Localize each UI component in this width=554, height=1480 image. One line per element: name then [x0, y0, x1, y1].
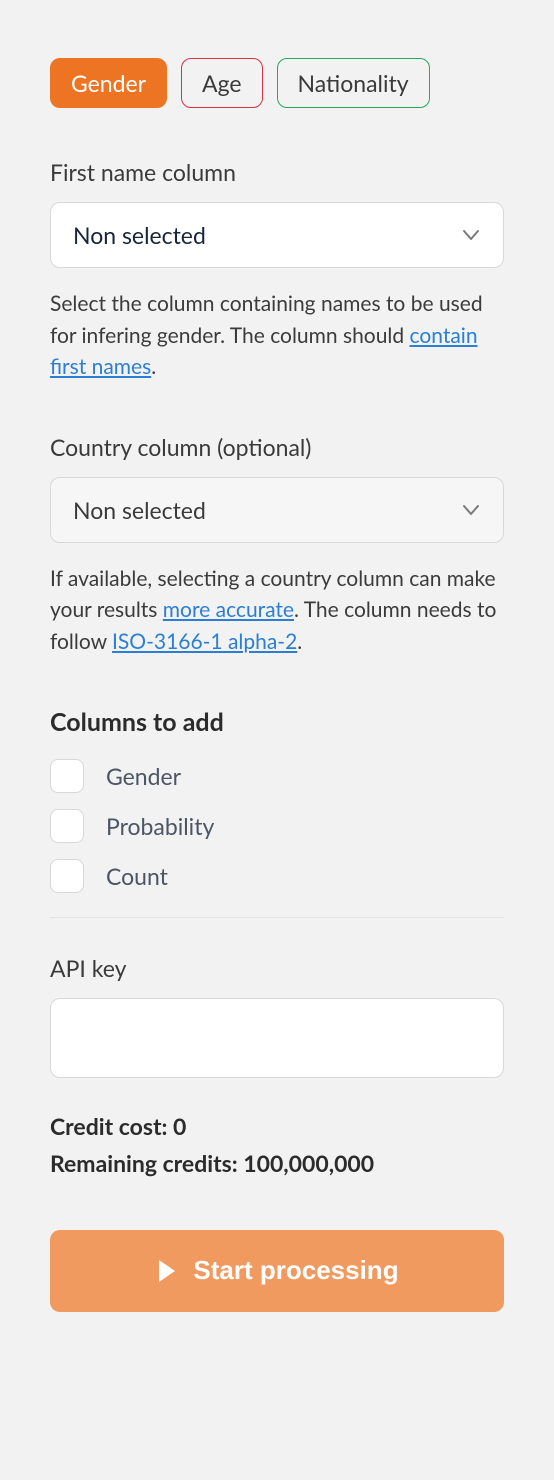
country-label: Country column (optional): [50, 433, 504, 461]
play-icon: [159, 1260, 175, 1282]
country-help: If available, selecting a country column…: [50, 563, 504, 658]
checkbox-count[interactable]: [50, 859, 84, 893]
credit-cost-line: Credit cost: 0: [50, 1108, 504, 1145]
checkbox-gender[interactable]: [50, 759, 84, 793]
check-row-probability: Probability: [50, 809, 504, 843]
checkbox-gender-label: Gender: [106, 762, 181, 790]
first-name-label: First name column: [50, 158, 504, 186]
check-row-count: Count: [50, 859, 504, 893]
credits-block: Credit cost: 0 Remaining credits: 100,00…: [50, 1108, 504, 1182]
remaining-credits-value: 100,000,000: [243, 1149, 374, 1177]
credit-cost-value: 0: [173, 1112, 186, 1140]
country-section: Country column (optional) Non selected I…: [50, 433, 504, 658]
tab-age[interactable]: Age: [181, 58, 263, 108]
columns-to-add-section: Columns to add Gender Probability Count: [50, 707, 504, 893]
checkbox-probability[interactable]: [50, 809, 84, 843]
api-key-label: API key: [50, 954, 504, 982]
chevron-down-icon: [461, 500, 481, 520]
api-key-section: API key: [50, 954, 504, 1078]
check-row-gender: Gender: [50, 759, 504, 793]
mode-tabs: Gender Age Nationality: [50, 58, 504, 108]
settings-panel: Gender Age Nationality First name column…: [20, 20, 534, 1342]
remaining-credits-line: Remaining credits: 100,000,000: [50, 1145, 504, 1182]
first-name-select-value: Non selected: [73, 221, 206, 249]
tab-nationality[interactable]: Nationality: [277, 58, 430, 108]
country-select-value: Non selected: [73, 496, 206, 524]
first-name-section: First name column Non selected Select th…: [50, 158, 504, 383]
iso-link[interactable]: ISO-3166-1 alpha-2: [112, 629, 297, 654]
start-processing-label: Start processing: [193, 1255, 398, 1286]
tab-gender[interactable]: Gender: [50, 58, 167, 108]
start-processing-button[interactable]: Start processing: [50, 1230, 504, 1312]
divider: [50, 917, 504, 918]
checkbox-count-label: Count: [106, 862, 168, 890]
api-key-input[interactable]: [50, 998, 504, 1078]
chevron-down-icon: [461, 225, 481, 245]
country-select[interactable]: Non selected: [50, 477, 504, 543]
first-name-select[interactable]: Non selected: [50, 202, 504, 268]
checkbox-probability-label: Probability: [106, 812, 214, 840]
first-name-help: Select the column containing names to be…: [50, 288, 504, 383]
more-accurate-link[interactable]: more accurate: [163, 597, 294, 622]
columns-heading: Columns to add: [50, 707, 504, 737]
